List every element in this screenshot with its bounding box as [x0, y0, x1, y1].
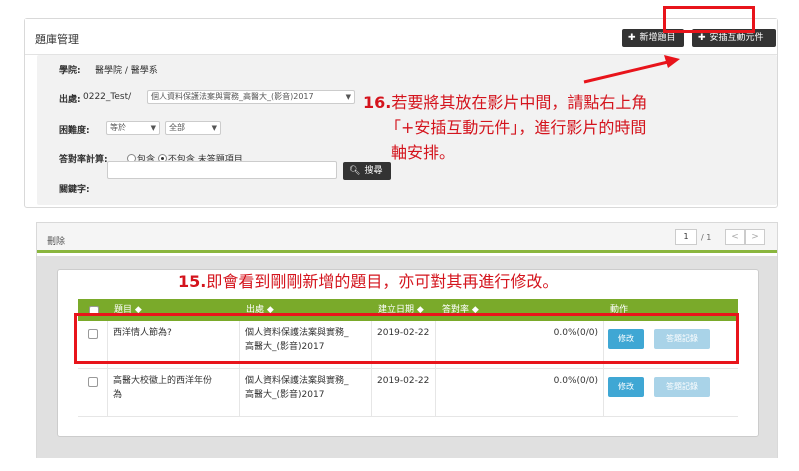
chevron-down-icon: ▼	[211, 124, 217, 132]
insert-button-highlight	[663, 6, 755, 33]
source-prefix: 0222_Test/	[83, 92, 132, 102]
search-icon: 🔍︎	[349, 166, 361, 176]
row-select-cell	[78, 369, 108, 417]
question-line2: 為	[113, 390, 123, 400]
difficulty-operator-value: 等於	[110, 123, 126, 132]
difficulty-value: 全部	[169, 123, 185, 132]
rate-calc-label: 答對率計算:	[59, 155, 108, 165]
page-total: / 1	[701, 233, 712, 242]
annotation-16-line2: 「+安插互動元件」，進行影片的時間	[385, 118, 647, 137]
prev-page-button[interactable]: <	[725, 229, 745, 245]
annotation-16: 16.若要將其放在影片中間，請點右上角 「+安插互動元件」，進行影片的時間 軸安…	[363, 90, 743, 165]
table-row: 高醫大校徽上的西洋年份 為 個人資料保護法案與實務_ 高醫大_(影音)2017 …	[78, 369, 738, 417]
rate-cell: 0.0%(0/0)	[436, 369, 604, 417]
difficulty-operator-select[interactable]: 等於 ▼	[106, 121, 160, 135]
annotation-15: 15.即會看到剛剛新增的題目，亦可對其再進行修改。	[178, 268, 558, 292]
annotation-16-line1: 若要將其放在影片中間，請點右上角	[391, 93, 648, 112]
edit-button[interactable]: 修改	[608, 377, 644, 397]
annotation-16-number: 16.	[363, 93, 392, 112]
annotation-15-text: 即會看到剛剛新增的題目，亦可對其再進行修改。	[206, 272, 559, 291]
source-select-value: 個人資料保護法案與實務_高醫大_(影音)2017	[151, 92, 314, 101]
annotation-15-number: 15.	[178, 272, 207, 291]
page-number-input[interactable]: 1	[675, 229, 697, 245]
question-cell: 高醫大校徽上的西洋年份 為	[108, 369, 240, 417]
keyword-input[interactable]	[107, 161, 337, 179]
difficulty-value-select[interactable]: 全部 ▼	[165, 121, 221, 135]
search-button-label: 搜尋	[364, 166, 383, 176]
source-line1: 個人資料保護法案與實務_	[245, 376, 349, 386]
next-page-button[interactable]: >	[745, 229, 765, 245]
page-title: 題庫管理	[35, 33, 79, 46]
answer-record-button[interactable]: 答題記錄	[654, 377, 710, 397]
plus-icon: ✚	[628, 33, 636, 43]
chevron-down-icon: ▼	[150, 124, 156, 132]
plus-icon: ✚	[698, 33, 706, 43]
question-line1: 高醫大校徽上的西洋年份	[113, 376, 213, 386]
source-cell: 個人資料保護法案與實務_ 高醫大_(影音)2017	[240, 369, 372, 417]
source-line2: 高醫大_(影音)2017	[245, 390, 325, 400]
difficulty-label: 困難度:	[59, 126, 90, 136]
delete-link[interactable]: 刪除	[47, 234, 65, 247]
list-toolbar: 刪除 1 / 1 < >	[37, 223, 777, 253]
add-question-label: 新增題目	[639, 33, 676, 43]
school-label: 學院:	[59, 66, 81, 76]
annotation-16-line3: 軸安排。	[391, 143, 456, 162]
source-select[interactable]: 個人資料保護法案與實務_高醫大_(影音)2017 ▼	[147, 90, 355, 104]
school-value: 醫學院 / 醫學系	[95, 66, 158, 76]
row-checkbox[interactable]	[88, 377, 98, 387]
date-cell: 2019-02-22	[372, 369, 436, 417]
keyword-label: 關鍵字:	[59, 185, 90, 195]
annotation-arrow	[583, 55, 680, 84]
actions-cell: 修改 答題記錄	[604, 369, 738, 417]
source-label: 出處:	[59, 95, 81, 105]
new-question-highlight	[74, 313, 739, 364]
chevron-down-icon: ▼	[345, 93, 351, 101]
insert-interactive-label: 安插互動元件	[709, 33, 764, 43]
